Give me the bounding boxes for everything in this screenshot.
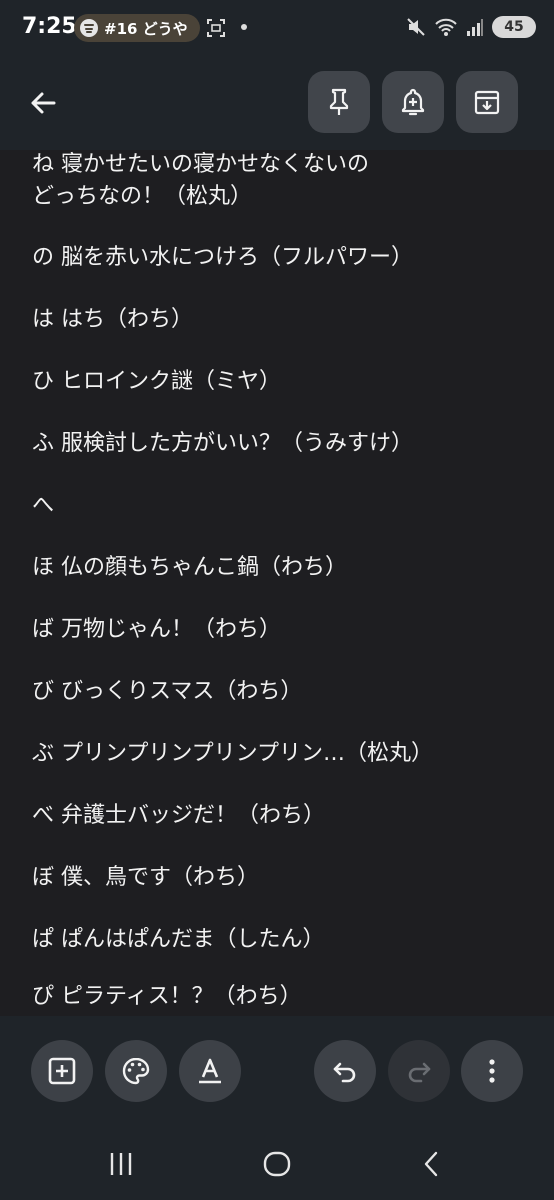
spotify-icon: [80, 19, 98, 37]
note-line: ぼ 僕、鳥です（わち）: [32, 865, 259, 890]
back-arrow-icon: [31, 92, 56, 114]
note-line: の 脳を赤い水につけろ（フルパワー）: [32, 245, 413, 270]
undo-button[interactable]: [314, 1040, 376, 1102]
note-line: ば 万物じゃん！（わち）: [32, 617, 281, 642]
now-playing-pill[interactable]: #16 どうや: [74, 14, 200, 42]
text-format-button[interactable]: [179, 1040, 241, 1102]
screenshot-icon: [207, 19, 225, 37]
note-line: ふ 服検討した方がいい？（うみすけ）: [32, 431, 413, 456]
home-icon: [263, 1151, 291, 1177]
home-button[interactable]: [247, 1144, 307, 1184]
system-back-button[interactable]: [402, 1144, 462, 1184]
note-toolbar: [0, 56, 554, 150]
note-line: ぴ ピラティス！？（わち）: [32, 984, 302, 1009]
mute-icon: [407, 18, 425, 36]
note-line: へ: [32, 493, 55, 518]
undo-icon: [333, 1062, 356, 1083]
note-line: どっちなの！（松丸）: [32, 184, 253, 209]
note-line: ね 寝かせたいの寝かせなくないの: [32, 152, 369, 177]
more-options-button[interactable]: [461, 1040, 523, 1102]
recents-icon: [110, 1153, 132, 1175]
recents-button[interactable]: [91, 1144, 151, 1184]
note-line: ぶ プリンプリンプリンプリン…（松丸）: [32, 741, 434, 766]
bottom-action-bar: [0, 1016, 554, 1126]
add-box-icon: [48, 1057, 76, 1085]
signal-icon: [467, 19, 483, 36]
notification-dot-icon: [241, 24, 247, 30]
wifi-icon: [435, 18, 457, 36]
redo-button[interactable]: [388, 1040, 450, 1102]
archive-icon: [474, 90, 500, 115]
redo-icon: [408, 1062, 431, 1083]
text-format-icon: [199, 1058, 221, 1084]
status-time: 7:25: [22, 14, 77, 39]
note-line: ほ 仏の顔もちゃんこ鍋（わち）: [32, 555, 347, 580]
back-nav-icon: [424, 1151, 438, 1177]
status-bar: 7:25 #16 どうや 45: [0, 0, 554, 56]
battery-icon: 45: [492, 16, 536, 38]
note-line: び びっくりスマス（わち）: [32, 679, 303, 704]
reminder-bell-icon: [401, 88, 425, 116]
pin-button[interactable]: [308, 71, 370, 133]
system-nav-bar: [0, 1126, 554, 1200]
reminder-button[interactable]: [382, 71, 444, 133]
note-line: べ 弁護士バッジだ！（わち）: [32, 803, 325, 828]
add-content-button[interactable]: [31, 1040, 93, 1102]
now-playing-text: #16 どうや: [104, 19, 188, 38]
archive-button[interactable]: [456, 71, 518, 133]
note-line: ひ ヒロインク謎（ミヤ）: [32, 369, 281, 394]
back-button[interactable]: [22, 82, 64, 124]
note-body[interactable]: ね 寝かせたいの寝かせなくないの どっちなの！（松丸） の 脳を赤い水につけろ（…: [0, 150, 554, 1016]
note-line: ぱ ぱんはぱんだま（したん）: [32, 927, 325, 952]
background-color-button[interactable]: [105, 1040, 167, 1102]
palette-icon: [122, 1057, 150, 1085]
more-vert-icon: [489, 1059, 495, 1083]
status-icons: 45: [406, 16, 536, 38]
pin-icon: [329, 88, 349, 115]
note-line: は はち（わち）: [32, 307, 193, 332]
